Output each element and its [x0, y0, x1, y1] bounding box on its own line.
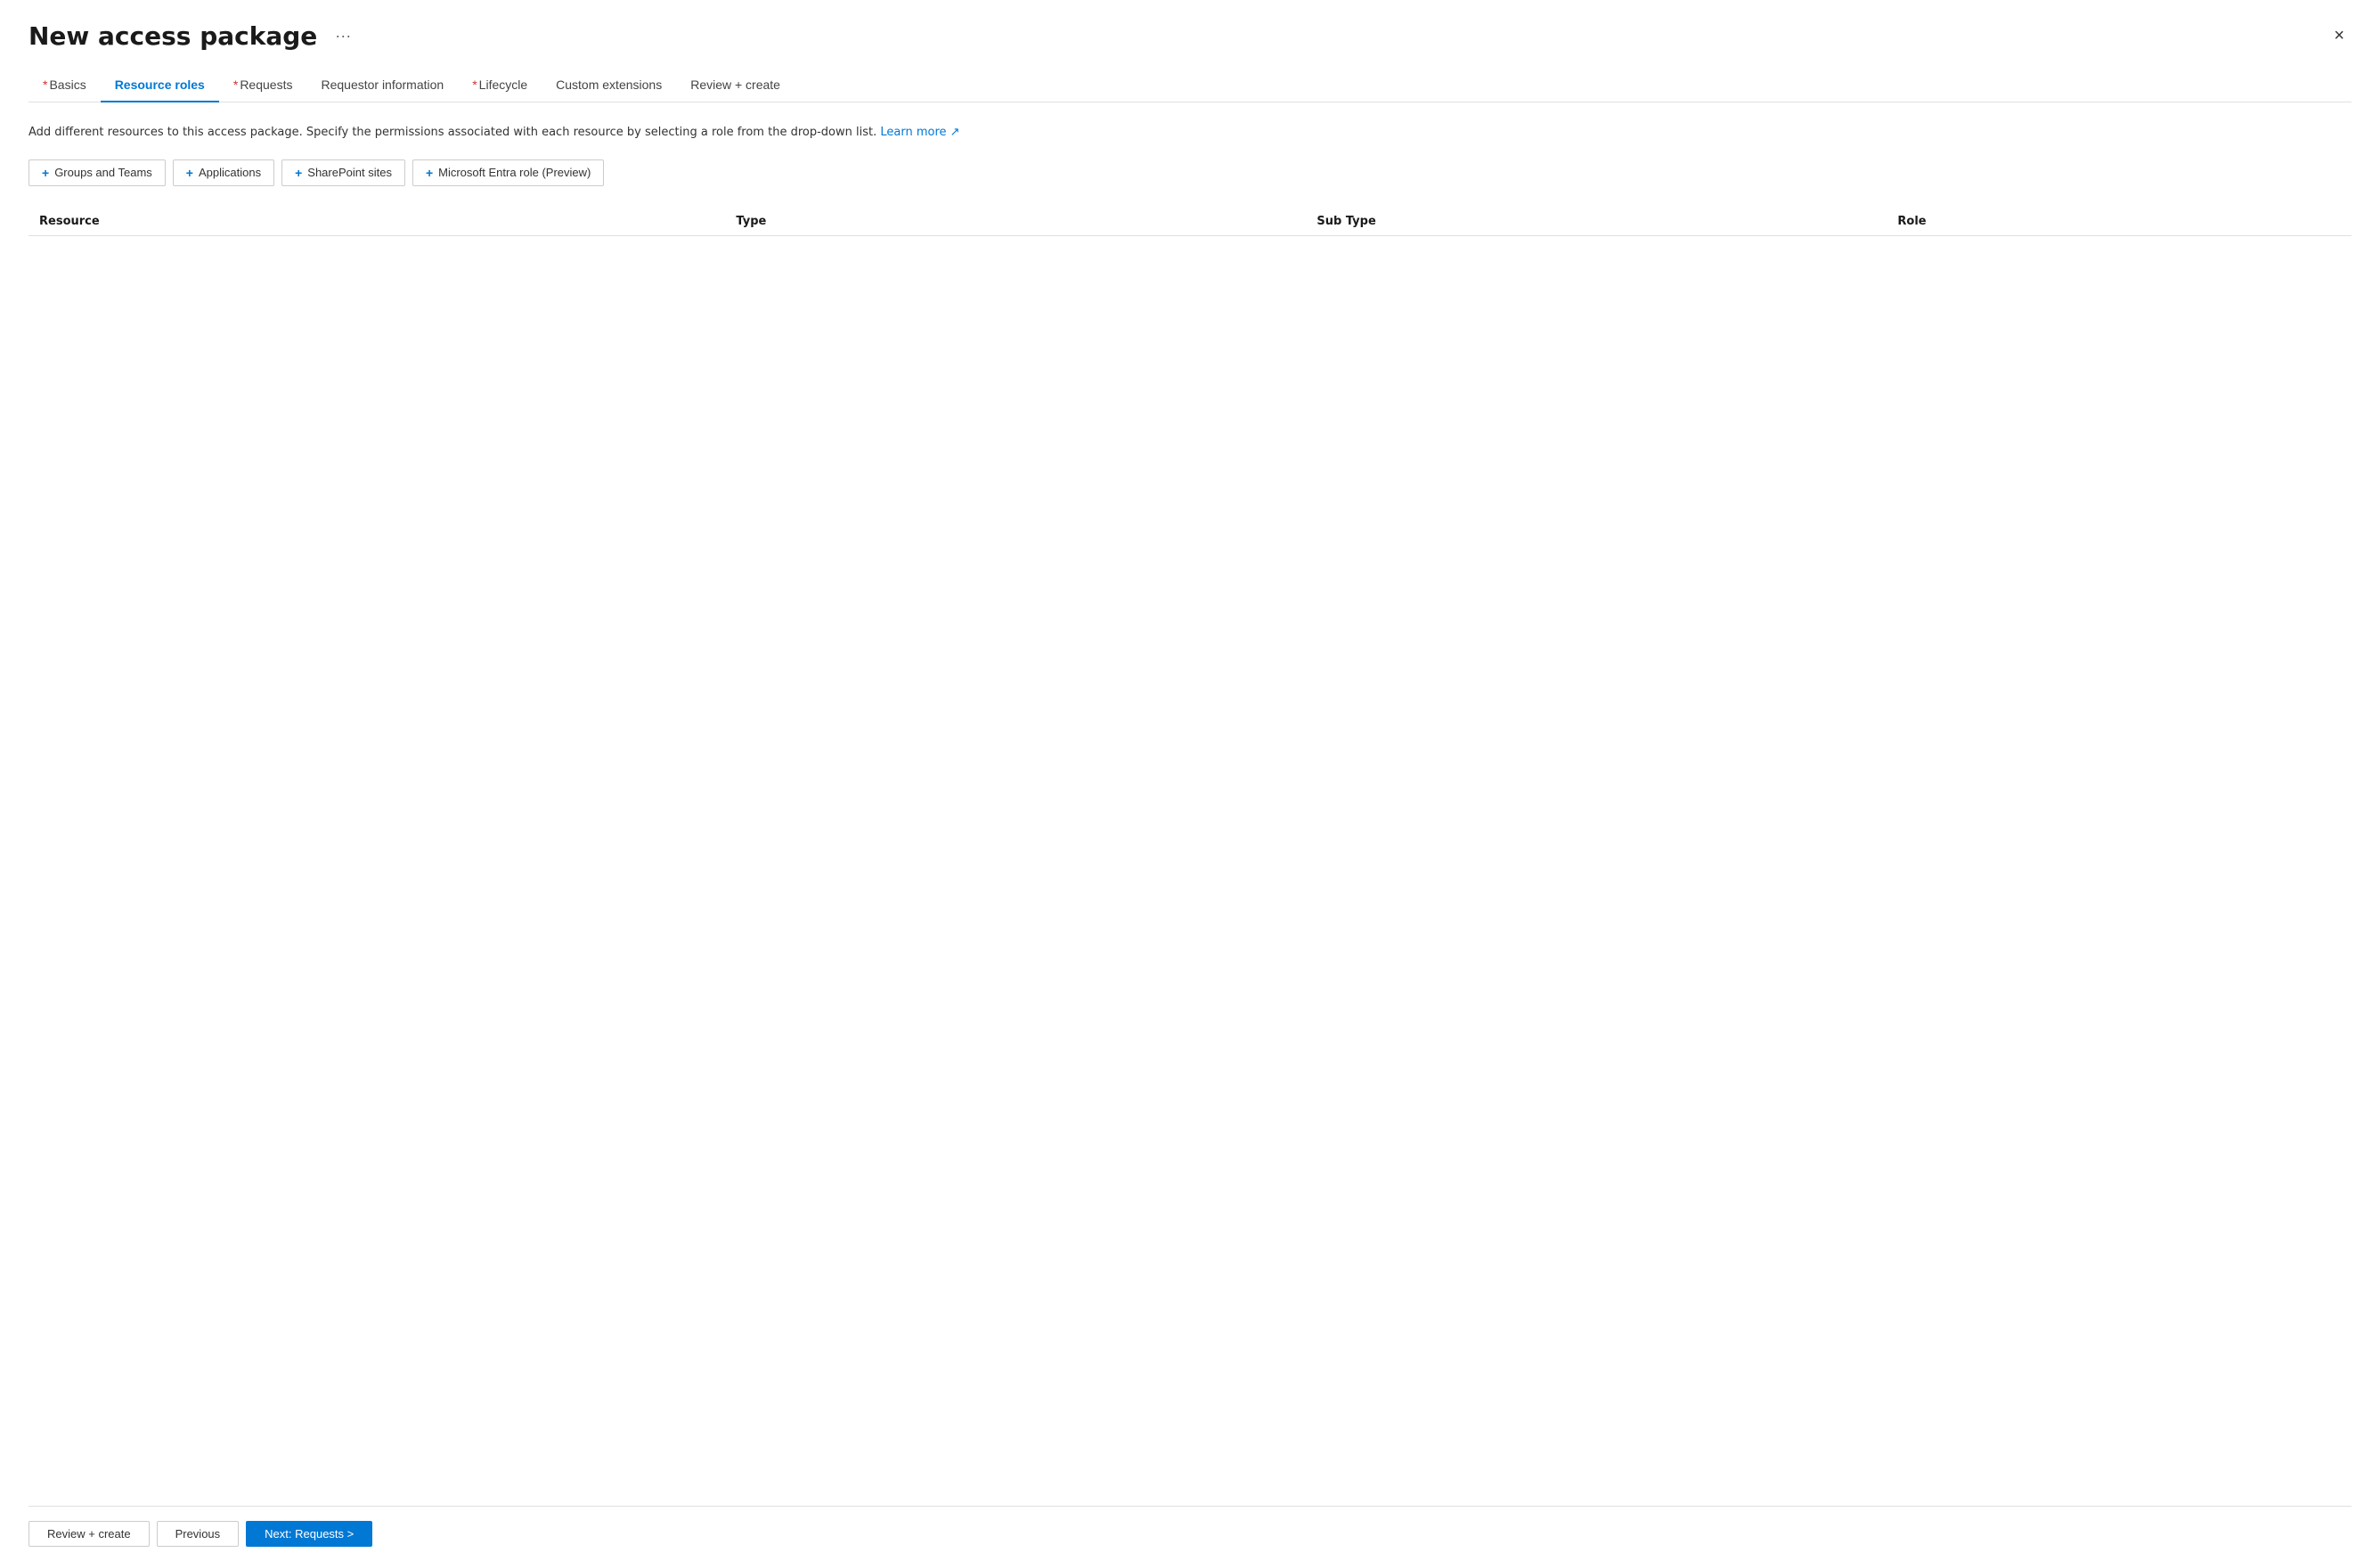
col-header-role: Role	[1887, 208, 2351, 236]
tab-lifecycle[interactable]: *Lifecycle	[458, 69, 542, 102]
plus-icon-groups: +	[42, 166, 49, 180]
plus-icon-entra: +	[426, 166, 433, 180]
groups-teams-label: Groups and Teams	[54, 166, 152, 179]
tab-custom-extensions[interactable]: Custom extensions	[542, 69, 676, 102]
entra-role-label: Microsoft Entra role (Preview)	[438, 166, 591, 179]
tab-requests[interactable]: *Requests	[219, 69, 307, 102]
resource-table: Resource Type Sub Type Role	[29, 208, 2351, 236]
required-star-lifecycle: *	[472, 78, 477, 92]
review-create-button[interactable]: Review + create	[29, 1521, 150, 1547]
learn-more-link[interactable]: Learn more ↗	[880, 126, 959, 139]
footer: Review + create Previous Next: Requests …	[29, 1506, 2351, 1561]
required-star-basics: *	[43, 78, 47, 92]
tabs-container: *Basics Resource roles *Requests Request…	[29, 69, 2351, 102]
sharepoint-sites-label: SharePoint sites	[307, 166, 392, 179]
page-header: New access package ··· ×	[29, 21, 2351, 51]
next-requests-button[interactable]: Next: Requests >	[246, 1521, 372, 1547]
table-header-row: Resource Type Sub Type Role	[29, 208, 2351, 236]
external-link-icon: ↗	[947, 126, 960, 139]
sharepoint-sites-button[interactable]: + SharePoint sites	[281, 159, 405, 186]
content-area: Add different resources to this access p…	[29, 124, 2351, 1506]
tab-review-create[interactable]: Review + create	[676, 69, 795, 102]
action-buttons-row: + Groups and Teams + Applications + Shar…	[29, 159, 2351, 186]
page-title-row: New access package ···	[29, 21, 358, 51]
more-options-button[interactable]: ···	[328, 23, 358, 49]
applications-label: Applications	[199, 166, 261, 179]
applications-button[interactable]: + Applications	[173, 159, 274, 186]
col-header-subtype: Sub Type	[1306, 208, 1887, 236]
groups-teams-button[interactable]: + Groups and Teams	[29, 159, 166, 186]
tab-resource-roles[interactable]: Resource roles	[101, 69, 219, 102]
col-header-type: Type	[725, 208, 1306, 236]
learn-more-text: Learn more	[880, 126, 946, 139]
description-body: Add different resources to this access p…	[29, 126, 876, 139]
plus-icon-apps: +	[186, 166, 193, 180]
tab-basics[interactable]: *Basics	[29, 69, 101, 102]
col-header-resource: Resource	[29, 208, 725, 236]
close-button[interactable]: ×	[2327, 22, 2351, 50]
description-text: Add different resources to this access p…	[29, 124, 2351, 142]
entra-role-button[interactable]: + Microsoft Entra role (Preview)	[412, 159, 604, 186]
page-container: New access package ··· × *Basics Resourc…	[0, 0, 2380, 1561]
table-header: Resource Type Sub Type Role	[29, 208, 2351, 236]
plus-icon-sharepoint: +	[295, 166, 302, 180]
page-title: New access package	[29, 21, 317, 51]
previous-button[interactable]: Previous	[157, 1521, 240, 1547]
required-star-requests: *	[233, 78, 238, 92]
tab-requestor-info[interactable]: Requestor information	[306, 69, 458, 102]
